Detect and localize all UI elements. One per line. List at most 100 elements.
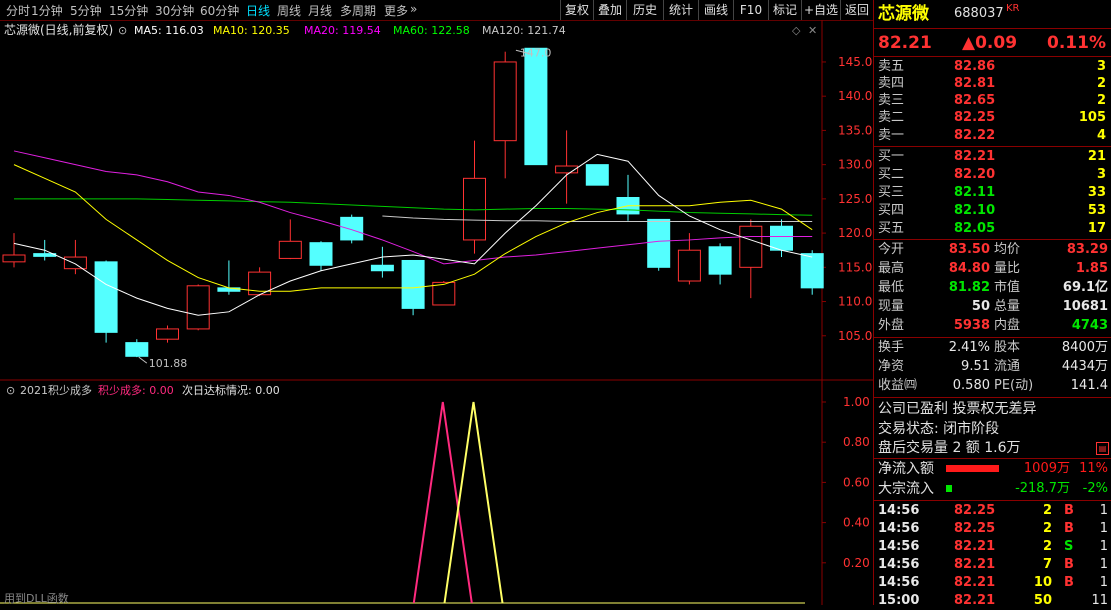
stats-button[interactable]: 统计 [663,0,698,20]
last-price: 82.21 [878,33,932,53]
ask-row[interactable]: 卖三 82.65 2 [874,92,1111,110]
bid-row[interactable]: 买四 82.10 53 [874,202,1111,220]
low-marker-arrow [138,356,148,364]
flow-row: 大宗流入 -218.7万 -2% [874,480,1111,498]
ma60-line [14,198,813,216]
y-tick-label: 120.0 [838,226,872,240]
bid-row[interactable]: 买二 82.20 3 [874,166,1111,184]
fund-label: 净资 [878,359,905,374]
tick-side: S [1064,539,1074,554]
ma120-line [382,215,813,222]
ma5-legend: MA5: 116.03 [134,24,204,37]
ask-row[interactable]: 卖五 82.86 3 [874,58,1111,76]
candle [555,130,579,204]
bid-label: 买三 [878,185,905,200]
ma120-legend: MA120: 121.74 [482,24,566,37]
stat-value: 10681 [1062,299,1108,314]
bid-row[interactable]: 买一 82.21 21 [874,148,1111,166]
candle [186,284,210,331]
indicator-spike [412,401,473,604]
flow-bar [946,485,953,492]
chevron-down-icon: ⊙ [6,384,15,397]
stock-tag: KR [1006,3,1020,14]
tab-5min[interactable]: 5分钟 [70,2,102,19]
y-tick-label: 140.0 [838,89,872,103]
bid-volume: 3 [1096,167,1106,182]
tab-1min[interactable]: 1分钟 [31,2,63,19]
candle-body [463,177,486,241]
mark-button[interactable]: 标记 [768,0,801,20]
candle [370,246,394,278]
stat-value: 84.80 [948,261,990,276]
candle [463,140,486,254]
after-hours: 盘后交易量 2 额 1.6万 [878,440,1021,456]
candle [2,233,26,268]
tick-price: 82.21 [954,593,996,608]
ask-row[interactable]: 卖一 82.22 4 [874,127,1111,145]
kline-chart[interactable]: 芯源微(日线,前复权) ⊙ MA5: 116.03 MA10: 120.35 M… [0,20,873,605]
fund-label: 流通 [994,359,1021,374]
ask-price: 82.65 [954,93,996,108]
ind-y-tick-label: 0.40 [843,516,870,530]
tick-side: B [1064,557,1074,572]
adjust-button[interactable]: 复权 [560,0,593,20]
tab-60min[interactable]: 60分钟 [200,2,239,19]
tick-side: B [1064,503,1074,518]
bid-volume: 21 [1087,149,1106,164]
history-button[interactable]: 历史 [626,0,663,20]
chart-title: 芯源微(日线,前复权) [4,22,113,37]
tick-time: 15:00 [878,593,920,608]
tick-row: 14:56 82.21 7 B 1 [874,556,1111,574]
tab-15min[interactable]: 15分钟 [109,2,148,19]
stat-value: 83.50 [948,242,990,257]
stat-label: 最高 [878,261,905,276]
tab-multi-period[interactable]: 多周期 [340,2,376,19]
tick-count: 1 [1099,503,1108,518]
overlay-button[interactable]: 叠加 [593,0,626,20]
back-button[interactable]: 返回 [840,0,873,20]
ask-row[interactable]: 卖四 82.81 2 [874,75,1111,93]
close-icon: ✕ [808,24,817,37]
ask-volume: 3 [1096,59,1106,74]
ask-row[interactable]: 卖二 82.25 105 [874,109,1111,127]
f10-button[interactable]: F10 [733,0,768,20]
fund-row: 净资 9.51 流通 4434万 [874,358,1111,376]
tick-row: 15:00 82.21 50 11 [874,592,1111,610]
stat-label: 最低 [878,280,905,295]
y-tick-label: 105.0 [838,329,872,343]
fund-value: 4434万 [1061,359,1108,374]
ask-volume: 2 [1096,76,1106,91]
tick-price: 82.21 [954,575,996,590]
fund-label: 换手 [878,340,905,355]
indicator-axis: 1.00 0.80 0.60 0.40 0.20 [822,395,870,570]
draw-button[interactable]: 画线 [698,0,733,20]
bid-row[interactable]: 买三 82.11 33 [874,184,1111,202]
add-watchlist-button[interactable]: +自选 [801,0,840,20]
stat-row: 最低 81.82 市值 69.1亿 [874,279,1111,297]
tick-volume: 50 [1033,593,1052,608]
candle-body [401,259,425,309]
notice-text: 公司已盈利 投票权无差异 [878,401,1037,417]
ask-label: 卖二 [878,110,905,125]
price-change: ▲0.09 [962,33,1018,53]
stat-label: 市值 [994,280,1021,295]
tab-30min[interactable]: 30分钟 [155,2,194,19]
fund-row: 换手 2.41% 股本 8400万 [874,339,1111,357]
stat-value: 50 [971,299,990,314]
tab-fenshi[interactable]: 分时 [6,2,30,19]
ask-label: 卖一 [878,128,905,143]
ask-label: 卖三 [878,93,905,108]
tab-more[interactable]: 更多 [384,2,408,19]
tab-weekly[interactable]: 周线 [277,2,301,19]
chevron-right-icon[interactable]: » [410,2,417,16]
candle-body [125,342,149,357]
tick-volume: 2 [1042,503,1052,518]
tick-price: 82.25 [954,503,996,518]
tab-monthly[interactable]: 月线 [308,2,332,19]
y-tick-label: 130.0 [838,158,872,172]
bar-chart-icon[interactable]: ▤ [1096,442,1109,455]
bid-row[interactable]: 买五 82.05 17 [874,220,1111,238]
candle [94,260,118,343]
fund-value: 2.41% [948,340,990,355]
tab-daily[interactable]: 日线 [246,2,270,19]
